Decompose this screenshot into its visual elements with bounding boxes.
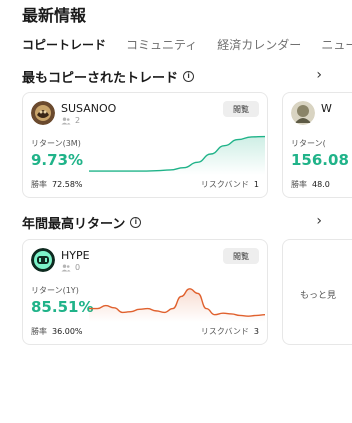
section-title: 年間最高リターン: [22, 217, 126, 232]
winrate: 勝率 48.0: [291, 179, 330, 190]
return-value: 85.51%: [31, 298, 94, 316]
return-label: リターン(3M): [31, 139, 81, 148]
info-icon[interactable]: i: [130, 217, 142, 228]
winrate-label: 勝率: [31, 327, 47, 336]
trader-name: W: [321, 102, 332, 115]
risk-band: リスクバンド 3: [201, 326, 259, 337]
risk-value: 1: [253, 180, 259, 189]
winrate-value: 36.00%: [52, 327, 83, 336]
trader-name: SUSANOO: [61, 102, 117, 115]
page-title: 最新情報: [22, 6, 87, 25]
view-button[interactable]: 閲覧: [223, 101, 259, 117]
follower-count: 2: [61, 116, 80, 125]
trader-card-peek[interactable]: W リターン( 156.08 勝率 48.0: [282, 92, 352, 198]
section-header-most-copied[interactable]: 最もコピーされたトレード i ›: [22, 67, 322, 86]
see-more-label: もっと見: [300, 291, 337, 301]
winrate: 勝率 36.00%: [31, 326, 83, 337]
tab-copy-trade[interactable]: コピートレード: [22, 36, 106, 53]
info-icon[interactable]: i: [183, 71, 195, 82]
follower-number: 0: [75, 263, 81, 272]
winrate-label: 勝率: [31, 180, 47, 189]
section-title: 最もコピーされたトレード: [22, 71, 179, 86]
return-value: 9.73%: [31, 151, 84, 169]
risk-label: リスクバンド: [200, 327, 249, 336]
avatar: [291, 101, 315, 125]
trader-card-hype[interactable]: HYPE 0 閲覧 リターン(1Y) 85.51% 勝率 36.00% リスクバン…: [22, 239, 268, 345]
avatar: [31, 248, 55, 272]
risk-label: リスクバンド: [200, 180, 249, 189]
tab-bar: コピートレード コミュニティ 経済カレンダー ニュー: [22, 36, 352, 53]
risk-value: 3: [253, 327, 259, 336]
tab-economic-calendar[interactable]: 経済カレンダー: [217, 36, 301, 53]
view-button[interactable]: 閲覧: [223, 248, 259, 264]
return-label: リターン(1Y): [31, 286, 79, 295]
see-more-card[interactable]: もっと見: [282, 239, 352, 345]
return-value: 156.08: [291, 151, 349, 169]
risk-band: リスクバンド 1: [201, 179, 259, 190]
winrate-label: 勝率: [291, 180, 307, 189]
trader-name: HYPE: [61, 249, 90, 262]
people-icon: [61, 117, 71, 124]
chevron-right-icon[interactable]: ›: [316, 213, 322, 229]
page: 最新情報 コピートレード コミュニティ 経済カレンダー ニュー 最もコピーされた…: [0, 0, 352, 423]
tab-news[interactable]: ニュー: [321, 36, 352, 53]
sparkline-area: [89, 288, 265, 322]
chevron-right-icon[interactable]: ›: [316, 67, 322, 83]
tab-community[interactable]: コミュニティ: [126, 36, 197, 53]
return-sparkline: [89, 288, 265, 322]
return-label: リターン(: [291, 139, 326, 148]
trader-card-susanoo[interactable]: SUSANOO 2 閲覧 リターン(3M) 9.73% 勝率 72.58% リスク…: [22, 92, 268, 198]
follower-count: 0: [61, 263, 80, 272]
winrate-value: 48.0: [312, 180, 330, 189]
section-header-annual-top[interactable]: 年間最高リターン i ›: [22, 213, 322, 232]
people-icon: [61, 264, 71, 271]
winrate-value: 72.58%: [52, 180, 83, 189]
return-sparkline: [89, 135, 265, 175]
winrate: 勝率 72.58%: [31, 179, 83, 190]
follower-number: 2: [75, 116, 81, 125]
avatar: [31, 101, 55, 125]
